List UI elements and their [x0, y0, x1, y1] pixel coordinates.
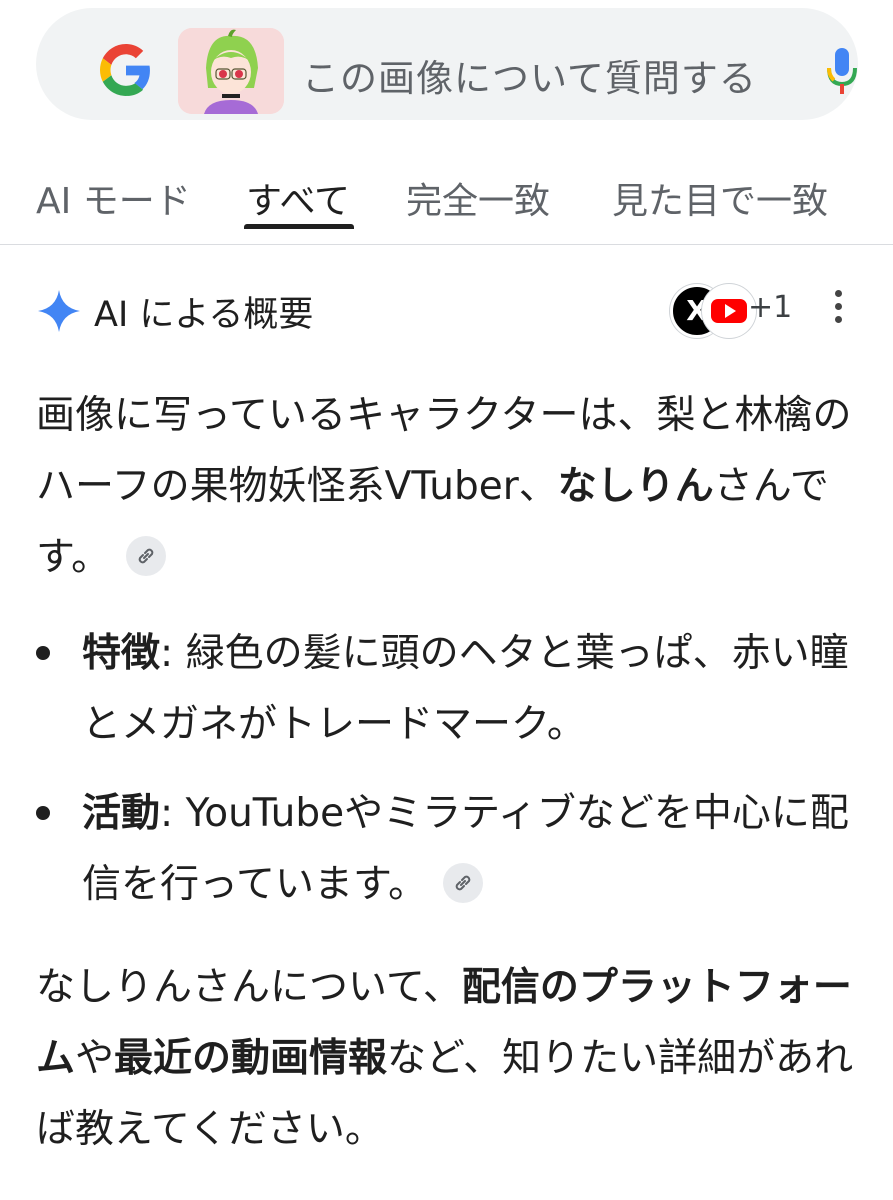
query-image-thumbnail[interactable] — [178, 28, 284, 114]
outro-text-2: や — [75, 1036, 115, 1081]
active-tab-indicator — [244, 224, 354, 229]
bullet-text: 緑色の髪に頭のヘタと葉っぱ、赤い瞳とメガネがトレードマーク。 — [82, 631, 849, 747]
ai-outro-paragraph: なしりんさんについて、配信のプラットフォームや最近の動画情報など、知りたい詳細が… — [36, 952, 856, 1165]
intro-bold-name: なしりん — [557, 464, 714, 509]
bullet-icon — [36, 806, 50, 820]
ai-overview-title: AI による概要 — [94, 295, 314, 335]
google-logo-icon — [100, 44, 150, 96]
bullet-sep: : — [160, 631, 186, 676]
microphone-icon[interactable] — [824, 46, 860, 96]
list-item: 特徴: 緑色の髪に頭のヘタと葉っぱ、赤い瞳とメガネがトレードマーク。 — [36, 618, 856, 760]
outro-bold-2: 最近の動画情報 — [114, 1036, 388, 1081]
search-bar[interactable]: この画像について質問する — [36, 8, 858, 120]
ai-bullet-list: 特徴: 緑色の髪に頭のヘタと葉っぱ、赤い瞳とメガネがトレードマーク。 活動: Y… — [36, 618, 856, 938]
citation-link-icon[interactable] — [126, 535, 167, 576]
bullet-sep: : — [160, 791, 186, 836]
tab-visual-match[interactable]: 見た目で一致 — [612, 172, 828, 224]
more-options-icon[interactable] — [832, 290, 844, 330]
character-thumbnail-icon — [178, 28, 284, 114]
ai-overview-header: AI による概要 X +1 — [36, 282, 858, 342]
search-tabs: AI モード すべて 完全一致 見た目で一致 — [0, 160, 893, 245]
ai-intro-paragraph: 画像に写っているキャラクターは、梨と林檎のハーフの果物妖怪系VTuber、なしり… — [36, 380, 856, 593]
citation-link-icon[interactable] — [443, 862, 484, 903]
bullet-label: 特徴 — [82, 631, 161, 676]
search-input[interactable]: この画像について質問する — [302, 48, 757, 102]
bullet-icon — [36, 646, 50, 660]
list-item: 活動: YouTubeやミラティブなどを中心に配信を行っています。 — [36, 778, 856, 920]
sources-count[interactable]: +1 — [748, 290, 792, 325]
outro-text-1: なしりんさんについて、 — [36, 965, 462, 1010]
ai-sparkle-icon — [38, 290, 80, 332]
tab-ai-mode[interactable]: AI モード — [36, 172, 191, 224]
youtube-icon — [711, 299, 747, 323]
tab-all[interactable]: すべて — [246, 172, 350, 224]
bullet-label: 活動 — [82, 791, 161, 836]
tab-exact-match[interactable]: 完全一致 — [406, 172, 550, 224]
